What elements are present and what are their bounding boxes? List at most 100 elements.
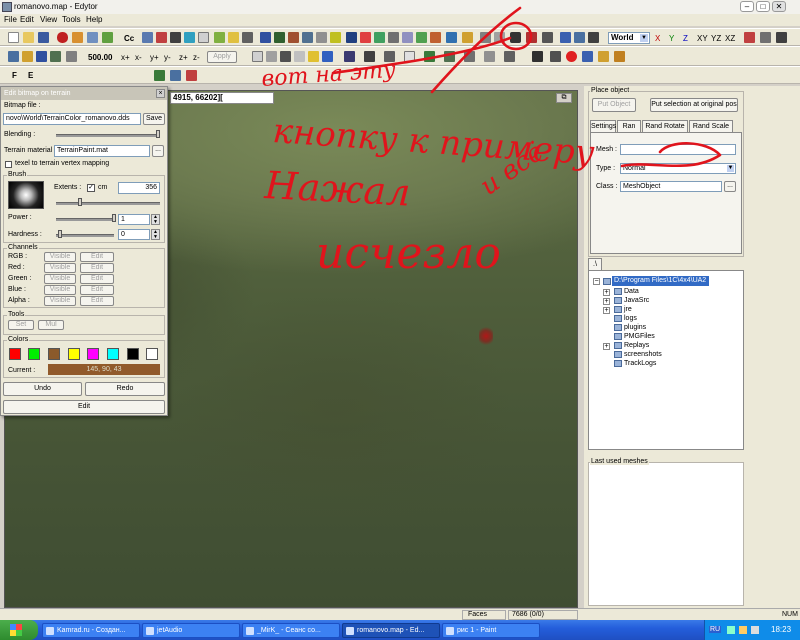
power-slider-thumb[interactable]	[112, 214, 116, 222]
cm-checkbox[interactable]: ✓	[87, 184, 95, 192]
tool-icon-21[interactable]	[430, 32, 441, 43]
tool-icon-63[interactable]	[186, 70, 197, 81]
tree-expand-icon[interactable]: +	[603, 343, 610, 350]
extents-input[interactable]: 356	[118, 182, 160, 194]
tray-icon[interactable]	[739, 626, 747, 634]
tree-item-screenshots[interactable]: screenshots	[624, 350, 662, 359]
set-tool-button[interactable]: Set	[8, 320, 34, 330]
tab-rand-scale[interactable]: Rand Scale	[689, 120, 733, 132]
step-x-minus[interactable]: x-	[135, 53, 142, 62]
tool-icon-60[interactable]	[614, 51, 625, 62]
color-swatch-magenta[interactable]	[87, 348, 99, 360]
close-button[interactable]: ✕	[772, 1, 786, 12]
tool-icon-10[interactable]	[274, 32, 285, 43]
tree-collapse-icon[interactable]: −	[593, 278, 600, 285]
tool-icon-13[interactable]	[316, 32, 327, 43]
tool-icon-7[interactable]	[228, 32, 239, 43]
tool-icon-55[interactable]	[532, 51, 543, 62]
tool-icon-25[interactable]	[494, 32, 505, 43]
tree-icon[interactable]	[154, 70, 165, 81]
step-z-minus[interactable]: z-	[193, 53, 200, 62]
task-romanovo[interactable]: romanovo.map - Ed...	[342, 623, 440, 638]
tool-icon-31[interactable]	[776, 32, 787, 43]
tool-icon-46[interactable]	[344, 51, 355, 62]
channel-alpha-edit[interactable]: Edit	[80, 296, 114, 306]
stop-icon[interactable]	[57, 32, 68, 43]
tool-icon-2[interactable]	[156, 32, 167, 43]
start-button[interactable]	[0, 620, 38, 640]
maximize-button[interactable]: □	[756, 1, 770, 12]
browse-material-button[interactable]: ...	[152, 145, 164, 157]
tree-item-replays[interactable]: Replays	[624, 341, 649, 350]
light-icon[interactable]	[22, 51, 33, 62]
color-swatch-yellow[interactable]	[68, 348, 80, 360]
redo-button[interactable]: Redo	[85, 382, 165, 396]
cc-button[interactable]: Cc	[124, 34, 134, 43]
extents-slider[interactable]	[56, 202, 160, 205]
tree-expand-icon[interactable]: +	[603, 307, 610, 314]
tool-icon-52[interactable]	[464, 51, 475, 62]
tree-root-item[interactable]: D:\Program Files\1C\4x4\UA2	[612, 276, 709, 286]
tool-icon-22[interactable]	[446, 32, 457, 43]
language-indicator[interactable]: RU	[709, 626, 722, 633]
menu-help[interactable]: Help	[86, 15, 102, 24]
color-swatch-cyan[interactable]	[107, 348, 119, 360]
blending-slider-thumb[interactable]	[156, 130, 160, 138]
cut-icon[interactable]	[72, 32, 83, 43]
channel-alpha-visible[interactable]: Visible	[44, 296, 76, 306]
tool-icon-45[interactable]	[322, 51, 333, 62]
paste-icon[interactable]	[102, 32, 113, 43]
tool-icon-8[interactable]	[242, 32, 253, 43]
settings-icon[interactable]	[66, 51, 77, 62]
grid-icon[interactable]	[8, 51, 19, 62]
tool-icon-14[interactable]	[330, 32, 341, 43]
tool-icon-11[interactable]	[288, 32, 299, 43]
axis-z-button[interactable]: Z	[683, 34, 688, 43]
camera-icon[interactable]	[36, 51, 47, 62]
tree-expand-icon[interactable]: +	[603, 289, 610, 296]
terrain-material-input[interactable]: TerrainPaint.mat	[54, 145, 150, 157]
tool-icon-9[interactable]	[260, 32, 271, 43]
hardness-input[interactable]: 0	[118, 229, 150, 240]
move-icon[interactable]	[560, 32, 571, 43]
tool-icon-59[interactable]	[598, 51, 609, 62]
new-file-icon[interactable]	[8, 32, 19, 43]
color-swatch-red[interactable]	[9, 348, 21, 360]
tree-item-logs[interactable]: logs	[624, 314, 637, 323]
lightning-icon[interactable]	[308, 51, 319, 62]
axis-y-button[interactable]: Y	[669, 34, 674, 43]
tool-icon-41[interactable]	[266, 51, 277, 62]
menu-tools[interactable]: Tools	[62, 15, 81, 24]
box-object-icon[interactable]	[510, 32, 521, 43]
undo-button[interactable]: Undo	[3, 382, 82, 396]
class-input[interactable]: MeshObject	[620, 181, 722, 192]
task-paint[interactable]: рис 1 - Paint	[442, 623, 540, 638]
tool-icon-56[interactable]	[550, 51, 561, 62]
tool-icon-49[interactable]	[404, 51, 415, 62]
tool-icon-16[interactable]	[360, 32, 371, 43]
tree-item-data[interactable]: Data	[624, 287, 639, 296]
tool-icon-23[interactable]	[462, 32, 473, 43]
put-object-button[interactable]: Put Object	[592, 98, 636, 112]
tool-icon-5[interactable]	[198, 32, 209, 43]
tool-icon-17[interactable]	[374, 32, 385, 43]
tool-icon-24[interactable]	[480, 32, 491, 43]
channel-rgb-visible[interactable]: Visible	[44, 252, 76, 262]
tool-icon-20[interactable]	[416, 32, 427, 43]
channel-red-edit[interactable]: Edit	[80, 263, 114, 273]
step-x-plus[interactable]: x+	[121, 53, 130, 62]
tree-item-jre[interactable]: jre	[624, 305, 632, 314]
tray-icon[interactable]	[727, 626, 735, 634]
channel-red-visible[interactable]: Visible	[44, 263, 76, 273]
power-input[interactable]: 1	[118, 214, 150, 225]
channel-rgb-edit[interactable]: Edit	[80, 252, 114, 262]
channel-green-visible[interactable]: Visible	[44, 274, 76, 284]
hand-icon[interactable]	[252, 51, 263, 62]
tool-icon-54[interactable]	[504, 51, 515, 62]
tool-icon-47[interactable]	[364, 51, 375, 62]
tool-icon-58[interactable]	[582, 51, 593, 62]
last-used-meshes-panel[interactable]	[588, 462, 744, 606]
channel-blue-edit[interactable]: Edit	[80, 285, 114, 295]
hardness-spinner[interactable]: ▲ ▼	[151, 229, 160, 240]
color-swatch-brown[interactable]	[48, 348, 60, 360]
